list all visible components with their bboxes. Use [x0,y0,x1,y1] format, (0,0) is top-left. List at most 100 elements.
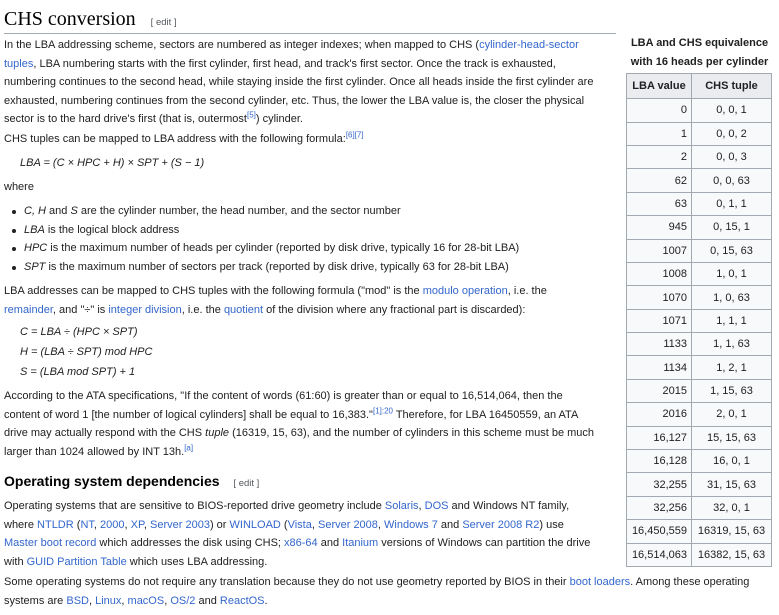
table-row: 2016 2, 0, 1 [626,402,772,427]
link-2000[interactable]: 2000 [100,519,124,531]
link-winload[interactable]: WINLOAD [230,519,281,531]
chs-tuple-cell: 0, 0, 3 [691,144,772,170]
lba-value-cell: 16,514,063 [626,542,692,568]
table-row: 1007 0, 15, 63 [626,238,772,263]
table-row: 16,127 15, 15, 63 [626,425,772,451]
table-row: 32,255 31, 15, 63 [626,472,772,497]
link-nt[interactable]: NT [80,519,93,531]
link-integer-division[interactable]: integer division [108,304,181,316]
paragraph-no-translation: Some operating systems do not require an… [4,576,750,607]
link-reactos[interactable]: ReactOS [220,595,265,607]
link-vista[interactable]: Vista [288,519,312,531]
lba-value-cell: 62 [626,168,692,193]
ref-5[interactable]: [5] [247,111,256,120]
list-item: SPT is the maximum number of sectors per… [12,258,582,277]
edit-link[interactable]: [ edit ] [151,17,177,28]
lba-value-cell: 2015 [626,378,692,404]
paragraph-chs-to-lba: CHS tuples can be mapped to LBA address … [4,130,364,149]
link-bsd[interactable]: BSD [66,595,89,607]
chs-tuple-cell: 1, 1, 1 [691,308,772,334]
table-row: 1134 1, 2, 1 [626,355,772,380]
section-heading-chs-conversion: CHS conversion [ edit ] [4,8,177,31]
ref-a[interactable]: [a] [184,443,193,452]
lba-value-cell: 1 [626,121,692,146]
formula-c: C = LBA ÷ (HPC × SPT) [20,326,138,338]
link-itanium[interactable]: Itanium [342,537,378,549]
where-label: where [4,181,34,193]
table-row: 1 0, 0, 2 [626,121,772,146]
caption-line: LBA and CHS equivalence [630,37,769,49]
link-solaris[interactable]: Solaris [385,500,419,512]
table-row: 16,450,559 16319, 15, 63 [626,519,772,544]
lba-value-cell: 63 [626,191,692,217]
table-row: 2 0, 0, 3 [626,144,772,170]
lba-value-cell: 945 [626,215,692,240]
table-row: 16,514,063 16382, 15, 63 [626,542,772,568]
paragraph-ata-spec: According to the ATA specifications, "If… [4,387,616,461]
paragraph-os-sensitive: Operating systems that are sensitive to … [4,500,591,568]
table-row: 32,256 32, 0, 1 [626,495,772,521]
ref-6-7[interactable]: [6][7] [346,130,364,139]
chs-tuple-cell: 1, 0, 63 [691,285,772,310]
link-quotient[interactable]: quotient [224,304,263,316]
text: , LBA numbering starts with the first cy… [33,57,556,70]
link-cylinder-head-sector[interactable]: cylinder-head-sector [479,39,579,51]
text: ) cylinder. [255,113,303,126]
table-row: 0 0, 0, 1 [626,98,772,123]
chs-tuple-cell: 16319, 15, 63 [691,519,772,544]
edit-link[interactable]: [ edit ] [233,478,259,489]
lba-value-cell: 2016 [626,402,692,427]
chs-tuple-cell: 0, 0, 63 [691,168,772,193]
link-windows-7[interactable]: Windows 7 [384,519,438,531]
table-row: 16,128 16, 0, 1 [626,449,772,474]
link-tuples[interactable]: tuples [4,58,33,70]
chs-tuple-cell: 1, 1, 63 [691,332,772,357]
table-row: 1008 1, 0, 1 [626,261,772,287]
paragraph-lba-to-chs: LBA addresses can be mapped to CHS tuple… [4,285,547,316]
list-item: HPC is the maximum number of heads per c… [12,239,582,258]
link-os2[interactable]: OS/2 [170,595,195,607]
link-boot-loaders[interactable]: boot loaders [570,576,631,588]
lba-value-cell: 1071 [626,308,692,334]
heading-text: Operating system dependencies [4,473,220,489]
text: numbering continues to the second head, … [4,76,594,89]
link-x86-64[interactable]: x86-64 [284,537,318,549]
link-guid-partition-table[interactable]: GUID Partition Table [27,556,127,568]
text: According to the ATA specifications, "If… [4,390,563,402]
table-row: 1133 1, 1, 63 [626,332,772,357]
chs-tuple-cell: 0, 15, 63 [691,238,772,263]
link-server-2008-r2[interactable]: Server 2008 R2 [462,519,539,531]
chs-tuple-cell: 0, 1, 1 [691,191,772,217]
column-header-lba: LBA value [626,73,692,100]
chs-tuple-cell: 0, 15, 1 [691,215,772,240]
text: sector is to the hard drive's first (tha… [4,113,247,126]
lba-value-cell: 1133 [626,332,692,357]
chs-tuple-cell: 15, 15, 63 [691,425,772,451]
lba-value-cell: 1070 [626,285,692,310]
link-server-2003[interactable]: Server 2003 [150,519,210,531]
formula-s: S = (LBA mod SPT) + 1 [20,366,136,378]
ref-1-20[interactable]: [1]:20 [373,406,393,415]
table-caption: LBA and CHS equivalence with 16 heads pe… [626,34,773,71]
chs-tuple-cell: 16382, 15, 63 [691,542,772,568]
table-body: 0 0, 0, 1 1 0, 0, 2 2 0, 0, 3 62 0, 0, 63 63 0, 1… [626,98,772,568]
heading-text: CHS conversion [4,8,136,30]
lba-value-cell: 1134 [626,355,692,380]
caption-line: with 16 heads per cylinder [630,55,769,68]
formula-lba: LBA = (C × HPC + H) × SPT + (S − 1) [20,157,205,169]
lba-chs-table-container: LBA and CHS equivalence with 16 heads pe… [626,34,773,568]
chs-tuple-cell: 0, 0, 1 [691,98,772,123]
link-modulo-operation[interactable]: modulo operation [423,285,508,297]
link-master-boot-record[interactable]: Master boot record [4,537,96,549]
link-linux[interactable]: Linux [95,595,121,607]
text: In the LBA addressing scheme, sectors ar… [4,39,480,51]
link-remainder[interactable]: remainder [4,304,53,316]
text: exhausted, numbering continues from the … [4,94,585,107]
link-xp[interactable]: XP [131,519,144,531]
list-item: LBA is the logical block address [12,221,582,240]
link-macos[interactable]: macOS [128,595,165,607]
link-dos[interactable]: DOS [425,500,449,512]
variable-list: C, H and S are the cylinder number, the … [12,202,582,277]
link-server-2008[interactable]: Server 2008 [318,519,378,531]
link-ntldr[interactable]: NTLDR [37,519,74,531]
